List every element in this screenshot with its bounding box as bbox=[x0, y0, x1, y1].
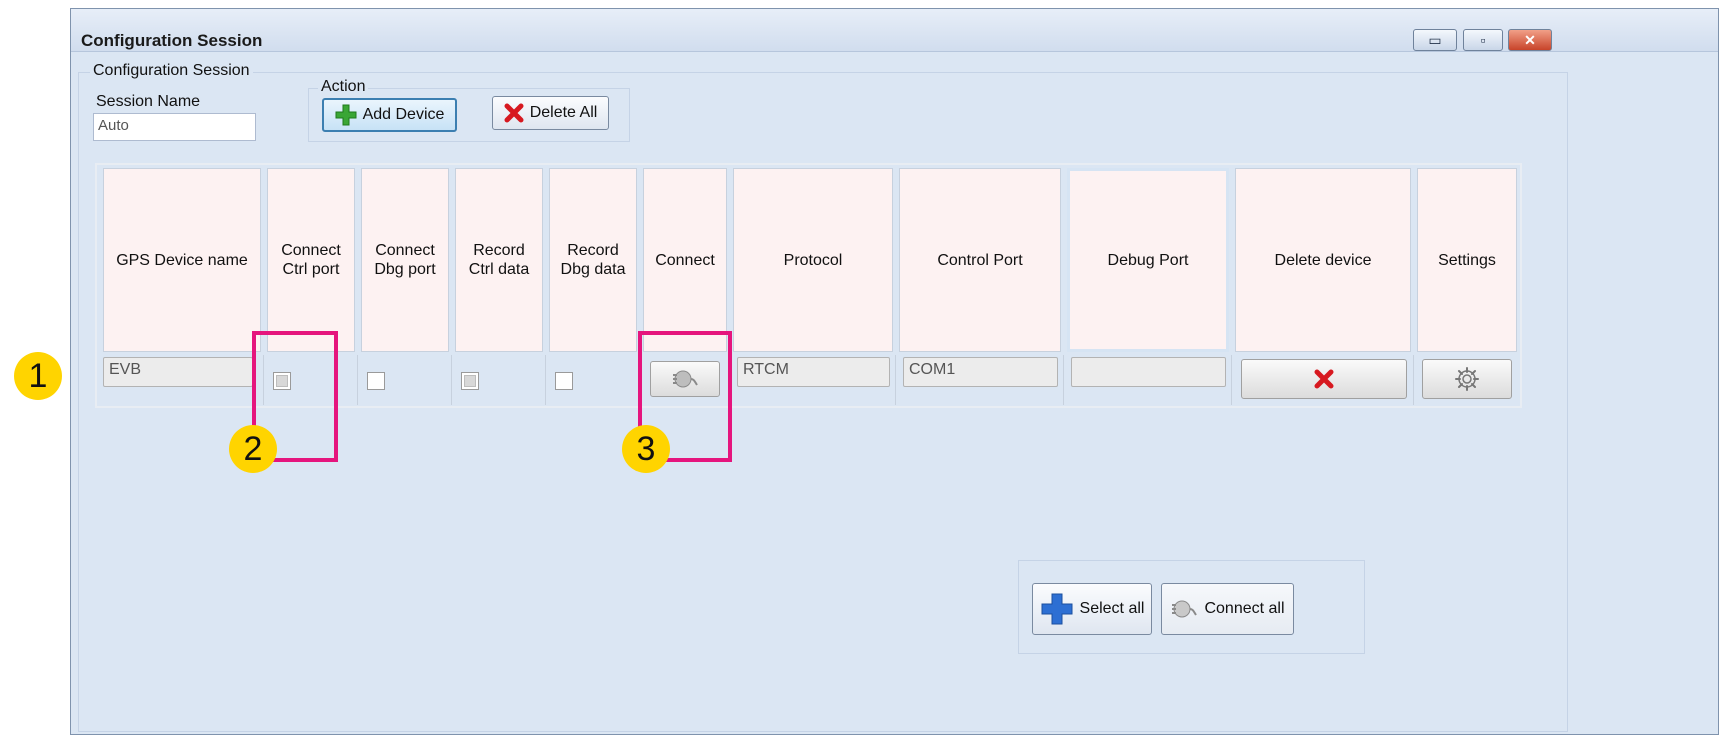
select-all-button[interactable]: Select all bbox=[1032, 583, 1152, 635]
settings-button[interactable] bbox=[1422, 359, 1512, 399]
record-dbg-data-checkbox[interactable] bbox=[555, 372, 573, 390]
window-title: Configuration Session bbox=[81, 31, 263, 50]
close-button[interactable]: ✕ bbox=[1508, 29, 1552, 51]
session-name-input[interactable]: Auto bbox=[93, 113, 256, 141]
record-ctrl-data-checkbox[interactable] bbox=[461, 372, 479, 390]
minimize-icon: ▭ bbox=[1428, 31, 1442, 48]
maximize-button[interactable]: ▫ bbox=[1463, 29, 1503, 51]
gear-icon bbox=[1455, 367, 1479, 391]
control-port-field[interactable]: COM1 bbox=[903, 357, 1058, 387]
header-delete-device: Delete device bbox=[1235, 168, 1411, 352]
connect-all-button[interactable]: Connect all bbox=[1161, 583, 1294, 635]
header-gps-device-name: GPS Device name bbox=[103, 168, 261, 352]
header-control-port: Control Port bbox=[899, 168, 1061, 352]
session-name-label: Session Name bbox=[96, 93, 201, 110]
header-connect: Connect bbox=[643, 168, 727, 352]
title-bar: Configuration Session ▭ ▫ ✕ bbox=[71, 9, 1718, 52]
header-settings: Settings bbox=[1417, 168, 1517, 352]
delete-all-button[interactable]: Delete All bbox=[492, 96, 609, 130]
connect-plug-icon bbox=[1172, 600, 1198, 618]
configuration-session-legend: Configuration Session bbox=[90, 62, 253, 80]
delete-all-label: Delete All bbox=[529, 104, 598, 121]
callout-marker-2: 2 bbox=[229, 425, 277, 473]
minimize-button[interactable]: ▭ bbox=[1413, 29, 1457, 51]
debug-port-field[interactable] bbox=[1071, 357, 1226, 387]
device-name-field[interactable]: EVB bbox=[103, 357, 253, 387]
delete-device-button[interactable] bbox=[1241, 359, 1407, 399]
header-record-ctrl-data: Record Ctrl data bbox=[455, 168, 543, 352]
connect-dbg-port-checkbox[interactable] bbox=[367, 372, 385, 390]
header-connect-dbg-port: Connect Dbg port bbox=[361, 168, 449, 352]
action-legend: Action bbox=[318, 78, 369, 96]
select-all-label: Select all bbox=[1079, 600, 1145, 617]
header-protocol: Protocol bbox=[733, 168, 893, 352]
maximize-icon: ▫ bbox=[1480, 32, 1486, 48]
callout-marker-3: 3 bbox=[622, 425, 670, 473]
blue-plus-icon bbox=[1041, 593, 1073, 625]
close-icon: ✕ bbox=[1524, 31, 1536, 48]
add-device-label: Add Device bbox=[362, 106, 445, 123]
connect-all-label: Connect all bbox=[1204, 600, 1285, 617]
header-connect-ctrl-port: Connect Ctrl port bbox=[267, 168, 355, 352]
callout-marker-1: 1 bbox=[14, 352, 62, 400]
red-x-icon bbox=[1314, 369, 1334, 389]
green-plus-icon bbox=[335, 104, 357, 126]
red-x-icon bbox=[504, 103, 524, 123]
header-debug-port: Debug Port bbox=[1067, 168, 1229, 352]
protocol-field[interactable]: RTCM bbox=[737, 357, 890, 387]
header-record-dbg-data: Record Dbg data bbox=[549, 168, 637, 352]
add-device-button[interactable]: Add Device bbox=[322, 98, 457, 132]
